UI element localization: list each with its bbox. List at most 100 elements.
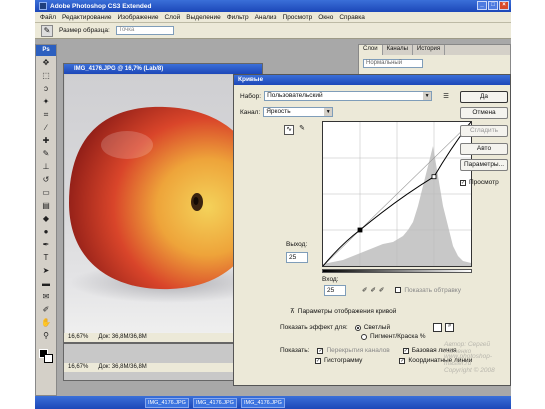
channel-value: Яркость bbox=[266, 108, 291, 115]
toolbox-header: Ps bbox=[36, 45, 56, 56]
menu-window[interactable]: Окно bbox=[315, 14, 336, 21]
close-button[interactable]: × bbox=[499, 1, 509, 10]
menu-filter[interactable]: Фильтр bbox=[224, 14, 252, 21]
curve-tools: ∿ ✎ bbox=[284, 125, 307, 135]
white-point-eyedropper-icon[interactable]: ✐ bbox=[379, 286, 384, 294]
smooth-button[interactable]: Сгладить bbox=[460, 125, 508, 137]
taskbar-item[interactable]: IMG_4176.JPG bbox=[193, 397, 237, 408]
stamp-tool-icon[interactable]: ⊥ bbox=[37, 161, 55, 173]
zoom-level-2[interactable]: 16,67% bbox=[68, 363, 88, 372]
collapse-arrow-icon[interactable]: ⊼ bbox=[290, 307, 295, 315]
sample-size-select[interactable]: Точка bbox=[115, 26, 174, 35]
menu-view[interactable]: Просмотр bbox=[280, 14, 316, 21]
cancel-button[interactable]: Отмена bbox=[460, 107, 508, 119]
dodge-tool-icon[interactable]: ● bbox=[37, 226, 55, 238]
background-color-swatch[interactable] bbox=[44, 354, 53, 363]
channel-overlays-label: Перекрытия каналов bbox=[326, 347, 390, 354]
output-label: Выход: bbox=[286, 241, 308, 248]
tab-channels[interactable]: Каналы bbox=[383, 45, 413, 55]
options-button[interactable]: Параметры... bbox=[460, 159, 508, 171]
hand-tool-icon[interactable]: ✋ bbox=[37, 317, 55, 329]
blend-mode-select[interactable]: Нормальный bbox=[363, 59, 423, 68]
window-controls: _ □ × bbox=[477, 1, 509, 10]
intersection-checkbox[interactable]: ✓ bbox=[399, 357, 406, 364]
input-field[interactable]: 25 bbox=[324, 285, 346, 296]
light-option-label: Светлый bbox=[363, 324, 391, 331]
channel-select[interactable]: Яркость ▼ bbox=[263, 107, 334, 117]
taskbar-item[interactable]: IMG_4176.JPG bbox=[241, 397, 285, 408]
options-bar: ✎ Размер образца: Точка bbox=[35, 23, 511, 39]
grid-simple-icon[interactable] bbox=[433, 323, 443, 332]
show-label: Показать: bbox=[280, 347, 310, 354]
show-clipping-checkbox[interactable] bbox=[395, 287, 402, 293]
chevron-down-icon: ▼ bbox=[423, 92, 432, 100]
curve-control-point bbox=[357, 227, 363, 233]
marquee-tool-icon[interactable]: ⬚ bbox=[37, 70, 55, 82]
path-select-tool-icon[interactable]: ➤ bbox=[37, 265, 55, 277]
minimize-button[interactable]: _ bbox=[477, 1, 487, 10]
shape-tool-icon[interactable]: ▬ bbox=[37, 278, 55, 290]
healing-tool-icon[interactable]: ✚ bbox=[37, 135, 55, 147]
palette-tabs: Слои Каналы История bbox=[359, 45, 510, 55]
chevron-down-icon: ▼ bbox=[324, 108, 333, 116]
pen-tool-icon[interactable]: ✒ bbox=[37, 239, 55, 251]
photoshop-app-icon bbox=[39, 2, 47, 10]
watermark-copyright: Copyright © 2008 bbox=[444, 367, 495, 374]
gradient-tool-icon[interactable]: ▤ bbox=[37, 200, 55, 212]
preset-select[interactable]: Пользовательский ▼ bbox=[264, 91, 433, 101]
black-point-eyedropper-icon[interactable]: ✐ bbox=[362, 286, 367, 294]
slice-tool-icon[interactable]: ∕ bbox=[37, 122, 55, 134]
auto-button[interactable]: Авто bbox=[460, 143, 508, 155]
blur-tool-icon[interactable]: ◆ bbox=[37, 213, 55, 225]
type-tool-icon[interactable]: T bbox=[37, 252, 55, 264]
preset-options-icon[interactable]: ☰ bbox=[443, 92, 449, 100]
taskbar-item[interactable]: IMG_4176.JPG bbox=[145, 397, 189, 408]
menu-image[interactable]: Изображение bbox=[115, 14, 162, 21]
tab-layers[interactable]: Слои bbox=[359, 45, 383, 55]
brush-tool-icon[interactable]: ✎ bbox=[37, 148, 55, 160]
notes-tool-icon[interactable]: ✉ bbox=[37, 291, 55, 303]
menu-layer[interactable]: Слой bbox=[161, 14, 183, 21]
channel-label: Канал: bbox=[240, 108, 261, 116]
menu-edit[interactable]: Редактирование bbox=[59, 14, 115, 21]
title-bar: Adobe Photoshop CS3 Extended _ □ × bbox=[35, 0, 511, 12]
input-gradient-bar bbox=[322, 269, 472, 273]
maximize-button[interactable]: □ bbox=[488, 1, 498, 10]
grid-detailed-icon[interactable]: # bbox=[445, 323, 455, 332]
light-radio[interactable] bbox=[354, 324, 361, 331]
eyedropper-icon[interactable]: ✎ bbox=[41, 24, 53, 37]
eyedropper-tool-icon[interactable]: ✐ bbox=[37, 304, 55, 316]
zoom-tool-icon[interactable]: ⚲ bbox=[37, 330, 55, 342]
preview-checkbox[interactable]: ✓ bbox=[460, 179, 466, 186]
menu-help[interactable]: Справка bbox=[336, 14, 368, 21]
histogram-checkbox[interactable]: ✓ bbox=[315, 357, 321, 364]
menu-file[interactable]: Файл bbox=[37, 14, 59, 21]
pencil-icon[interactable]: ✎ bbox=[297, 125, 307, 135]
watermark-site: www.photoshop-master.ru bbox=[444, 353, 493, 367]
pigment-radio[interactable] bbox=[361, 333, 367, 340]
curves-graph[interactable] bbox=[322, 121, 472, 267]
input-label-row: Вход: bbox=[322, 276, 339, 283]
preset-row: Набор: Пользовательский ▼ ☰ bbox=[240, 91, 449, 101]
tab-history[interactable]: История bbox=[413, 45, 446, 55]
crop-tool-icon[interactable]: ⌗ bbox=[37, 109, 55, 121]
history-brush-icon[interactable]: ↺ bbox=[37, 174, 55, 186]
ok-button[interactable]: Да bbox=[460, 91, 508, 103]
magic-wand-tool-icon[interactable]: ✦ bbox=[37, 96, 55, 108]
menu-analysis[interactable]: Анализ bbox=[252, 14, 280, 21]
gray-point-eyedropper-icon[interactable]: ✐ bbox=[370, 286, 375, 294]
output-field[interactable]: 25 bbox=[286, 252, 308, 263]
baseline-checkbox[interactable]: ✓ bbox=[402, 347, 409, 354]
curve-points-tool-icon[interactable]: ∿ bbox=[284, 125, 294, 135]
toolbox: Ps ✥ ⬚ ↄ ✦ ⌗ ∕ ✚ ✎ ⊥ ↺ ▭ ▤ ◆ ● ✒ T ➤ ▬ ✉… bbox=[35, 44, 57, 396]
preset-label: Набор: bbox=[240, 92, 262, 100]
curves-dialog: Кривые Набор: Пользовательский ▼ ☰ Канал… bbox=[233, 74, 511, 386]
move-tool-icon[interactable]: ✥ bbox=[37, 57, 55, 69]
channel-overlays-checkbox[interactable]: ✓ bbox=[317, 347, 324, 354]
menu-select[interactable]: Выделение bbox=[183, 14, 223, 21]
lasso-tool-icon[interactable]: ↄ bbox=[37, 83, 55, 95]
eraser-tool-icon[interactable]: ▭ bbox=[37, 187, 55, 199]
preset-value: Пользовательский bbox=[267, 92, 323, 99]
zoom-level[interactable]: 16,67% bbox=[68, 333, 88, 342]
show-amount-label: Показать эффект для: bbox=[280, 324, 348, 331]
